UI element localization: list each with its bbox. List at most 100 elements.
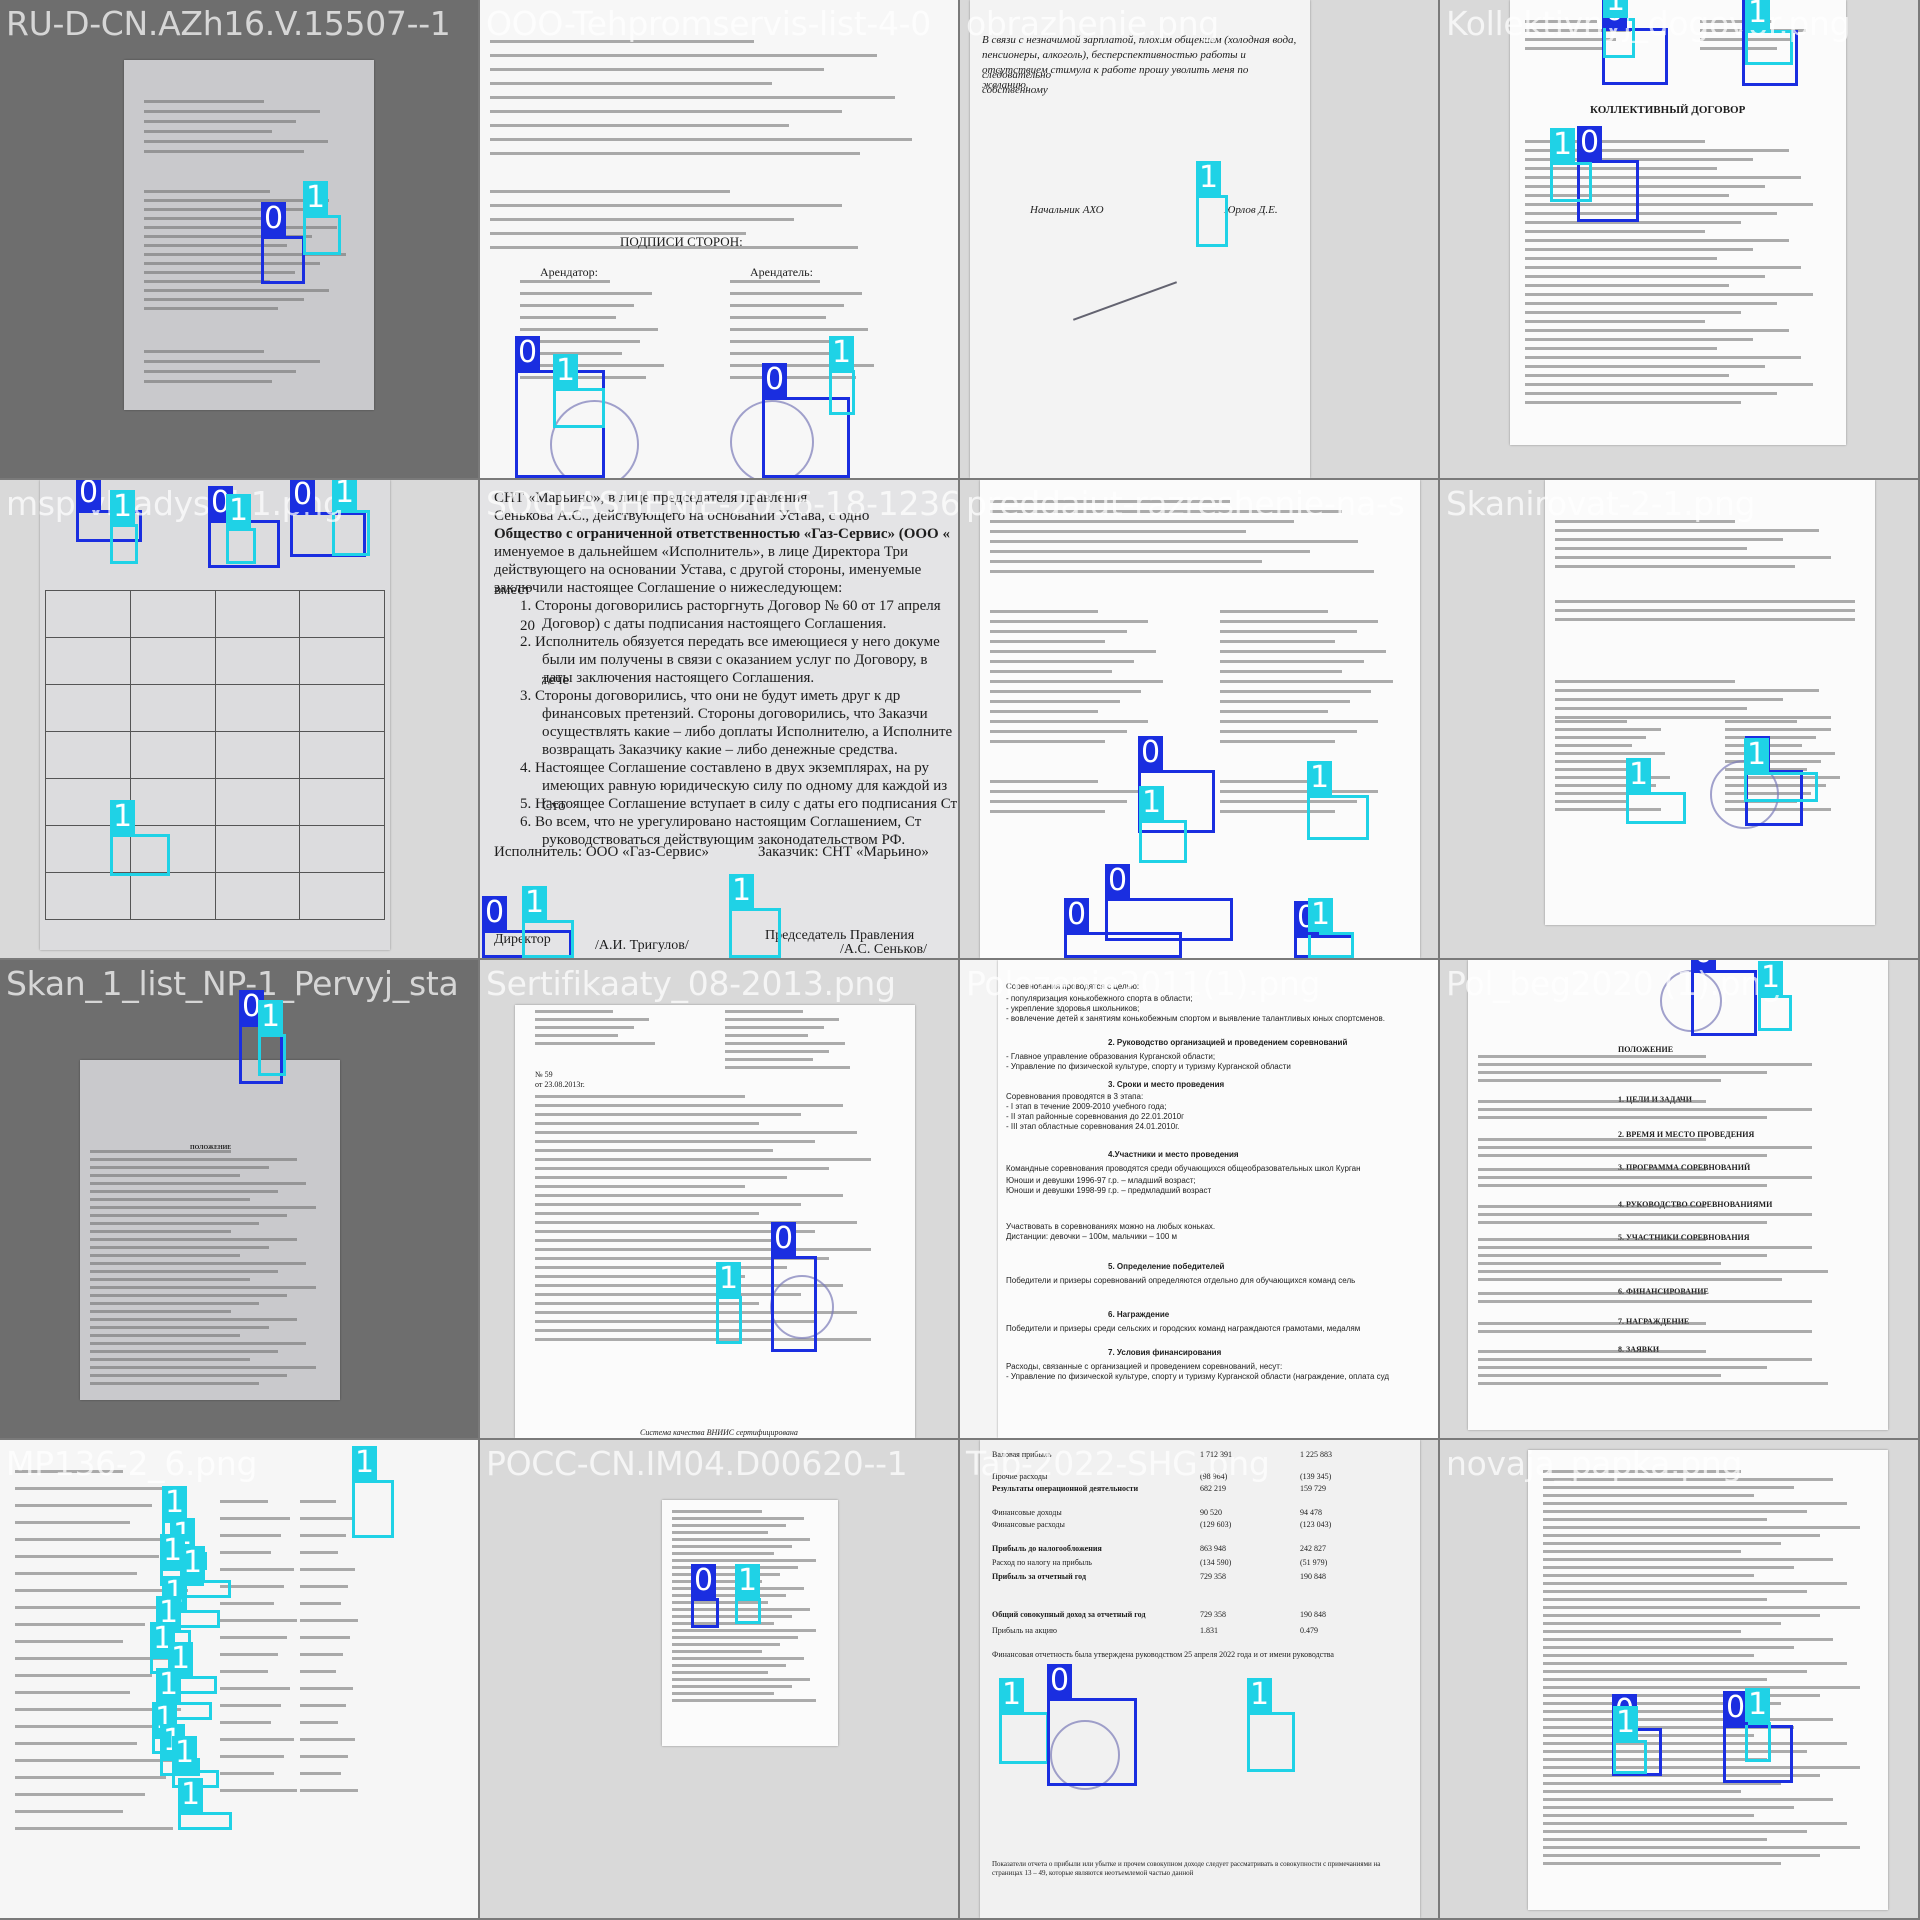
table-value-prior: 94 478 bbox=[1300, 1508, 1322, 1517]
signer-name: Юрлов Д.Е. bbox=[1224, 204, 1278, 216]
text-line bbox=[1478, 1322, 1706, 1325]
table-value-current: 90 520 bbox=[1200, 1508, 1222, 1517]
section-heading: 4.Участники и место проведения bbox=[1108, 1150, 1239, 1159]
text-line bbox=[1555, 689, 1819, 692]
text-line bbox=[535, 1194, 843, 1197]
text-line bbox=[1725, 752, 1836, 755]
tile-filename: preddaiut-razreshenie-na-s bbox=[966, 484, 1405, 523]
text-line bbox=[1478, 1184, 1767, 1187]
tile-filename: Skan_1_list_NP-1_Pervyj_sta bbox=[6, 964, 459, 1003]
text-line bbox=[144, 298, 304, 301]
text-line bbox=[535, 1176, 787, 1179]
detection-label-c1: 1 bbox=[1745, 0, 1771, 30]
text-line bbox=[15, 1487, 174, 1490]
tile-filename: MP136-2_6.png bbox=[6, 1444, 258, 1483]
text-line bbox=[1525, 203, 1813, 206]
text-line bbox=[490, 82, 772, 85]
text-line bbox=[1525, 47, 1602, 50]
text-line bbox=[300, 1738, 356, 1741]
text-line bbox=[535, 1113, 801, 1116]
text-line bbox=[300, 1619, 358, 1622]
text-line bbox=[1543, 1582, 1847, 1585]
detection-box-c1 bbox=[1613, 1740, 1647, 1774]
detection-label-c1: 1 bbox=[303, 181, 329, 215]
text-line bbox=[990, 810, 1106, 813]
section-text: - Управление по физической культуре, спо… bbox=[1006, 1372, 1390, 1381]
text-line bbox=[1555, 600, 1855, 603]
detection-label-c1: 1 bbox=[1247, 1678, 1273, 1712]
tile-filename: OOO-Tehpromservis-list-4-0 bbox=[486, 4, 931, 43]
cert-date: от 23.08.2013г. bbox=[535, 1080, 585, 1089]
document-page bbox=[1528, 1450, 1888, 1910]
text-line bbox=[144, 190, 270, 193]
agreement-clause: осуществлять какие – либо доплаты Исполн… bbox=[542, 724, 953, 740]
table-value-prior: 1 225 883 bbox=[1300, 1450, 1332, 1459]
text-line bbox=[15, 1827, 174, 1830]
detection-label-c1: 1 bbox=[1603, 0, 1629, 18]
text-line bbox=[990, 630, 1127, 633]
text-line bbox=[990, 730, 1127, 733]
text-line bbox=[300, 1687, 353, 1690]
text-line bbox=[15, 1640, 123, 1643]
section-heading: 3. Сроки и место проведения bbox=[1108, 1080, 1225, 1089]
text-line bbox=[672, 1636, 798, 1639]
text-line bbox=[220, 1789, 297, 1792]
section-text: - Главное управление образования Курганс… bbox=[1006, 1052, 1216, 1061]
table-row bbox=[45, 731, 385, 779]
table-row bbox=[45, 590, 385, 638]
text-line bbox=[1543, 1694, 1821, 1697]
tile-1: OOO-Tehpromservis-list-4-0 ПОДПИСИ СТОРОН… bbox=[480, 0, 958, 478]
section-text: - укрепление здоровья школьников; bbox=[1006, 1004, 1140, 1013]
document-page: Соревнования проводятся с целью: - популя… bbox=[998, 960, 1438, 1438]
text-line bbox=[990, 650, 1156, 653]
detection-label-c0: 0 bbox=[1105, 864, 1131, 898]
text-line bbox=[300, 1670, 336, 1673]
text-line bbox=[1543, 1654, 1755, 1657]
text-line bbox=[535, 1140, 815, 1143]
text-line bbox=[220, 1534, 281, 1537]
text-line bbox=[1725, 720, 1797, 723]
detection-label-c1: 1 bbox=[110, 490, 136, 524]
detection-label-c0: 0 bbox=[76, 480, 102, 510]
detection-box-c1 bbox=[178, 1812, 232, 1830]
text-line bbox=[1543, 1494, 1755, 1497]
text-line bbox=[535, 1122, 759, 1125]
text-line bbox=[15, 1521, 131, 1524]
text-line bbox=[1525, 248, 1753, 251]
text-line bbox=[672, 1671, 768, 1674]
text-line bbox=[535, 1167, 829, 1170]
table-cell bbox=[299, 778, 385, 826]
text-line bbox=[672, 1685, 792, 1688]
document-page: В связи с незначимой зарплатой, плохим о… bbox=[970, 0, 1310, 478]
text-line bbox=[672, 1510, 762, 1513]
text-line bbox=[1220, 610, 1328, 613]
text-line bbox=[90, 1174, 241, 1177]
text-line bbox=[220, 1568, 294, 1571]
text-line bbox=[1220, 670, 1343, 673]
text-line bbox=[990, 700, 1120, 703]
document-page: СНТ «Марьино», в лице председателя правл… bbox=[480, 480, 958, 958]
tile-4: msp-vkladyshi-1.png 0 1 0 1 0 1 1 bbox=[0, 480, 478, 958]
section-heading: 5. Определение победителей bbox=[1108, 1262, 1225, 1271]
text-line bbox=[1543, 1550, 1741, 1553]
text-line bbox=[144, 140, 328, 143]
detection-label-c1: 1 bbox=[258, 1000, 284, 1034]
text-line bbox=[725, 1026, 824, 1029]
table-cell bbox=[129, 872, 216, 920]
text-line bbox=[1543, 1862, 1781, 1865]
detection-box-c1 bbox=[735, 1598, 761, 1624]
text-line bbox=[990, 660, 1134, 663]
text-line bbox=[1543, 1742, 1847, 1745]
text-line bbox=[1525, 392, 1777, 395]
text-line bbox=[1478, 1254, 1767, 1257]
detection-box-c1 bbox=[1744, 772, 1818, 802]
text-line bbox=[220, 1755, 284, 1758]
tile-2: obrazhenie.png В связи с незначимой зарпл… bbox=[960, 0, 1438, 478]
text-line bbox=[1543, 1510, 1807, 1513]
section-text: Победители и призеры соревнований опреде… bbox=[1006, 1276, 1356, 1285]
text-line bbox=[144, 130, 272, 133]
section-text: Участвовать в соревнованиях можно на люб… bbox=[1006, 1222, 1216, 1231]
table-row-label: Прибыль за отчетный год bbox=[992, 1572, 1086, 1581]
table-cell bbox=[214, 778, 301, 826]
signer-name: /А.С. Сеньков/ bbox=[840, 942, 928, 957]
